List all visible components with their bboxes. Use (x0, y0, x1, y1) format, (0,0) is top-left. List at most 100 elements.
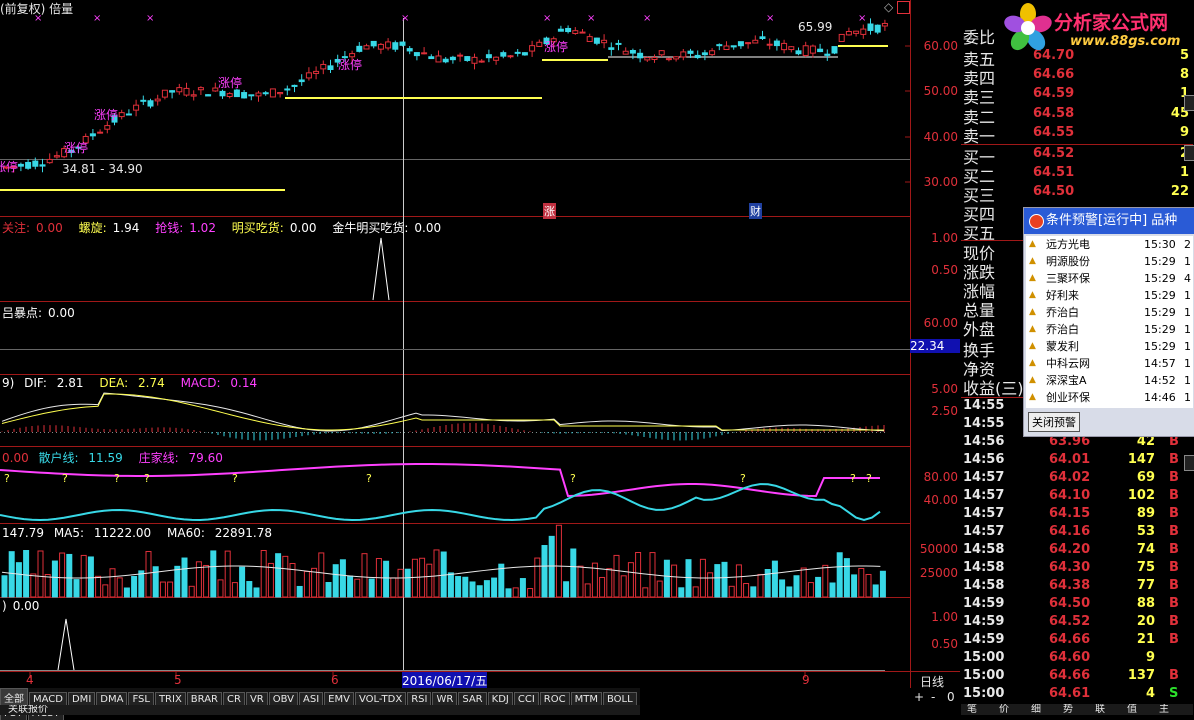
tick-row[interactable]: 14:58 64.38 77 B (961, 578, 1193, 596)
alert-list[interactable]: ▲ 远方光电 15:30 2 ▲ 明源股份 15:29 1 ▲ 三聚环保 15:29 4 ▲ 好利来 15:… (1026, 236, 1193, 408)
alert-up-icon: ▲ (1029, 273, 1036, 283)
tick-row[interactable]: 14:59 64.50 88 B (961, 596, 1193, 614)
condition-alert-window[interactable]: 条件预警[运行中] 品种 ▲ 远方光电 15:30 2 ▲ 明源股份 15:29 1 ▲ 三聚环保… (1023, 207, 1194, 437)
diamond-icon[interactable]: ◇ (884, 0, 893, 14)
bid-row[interactable]: 买一64.522 (961, 146, 1193, 167)
tab-vol-tdx[interactable]: VOL-TDX (354, 692, 407, 706)
tab-sar[interactable]: SAR (458, 692, 487, 706)
alert-up-icon: ▲ (1029, 324, 1036, 334)
bid-row[interactable]: 买二 64.51 1 (961, 165, 1193, 186)
alert-header[interactable]: 条件预警[运行中] 品种 (1024, 208, 1194, 234)
tick-row[interactable]: 15:00 64.61 4 S (961, 686, 1193, 704)
tab-cci[interactable]: CCI (513, 692, 539, 706)
close-alert-button[interactable]: 关闭预警 (1028, 412, 1080, 432)
reset-button[interactable]: 0 (947, 690, 955, 704)
tick-row[interactable]: 15:00 64.60 9 (961, 650, 1193, 668)
volume-tick: 50000 (919, 542, 958, 556)
tick-row[interactable]: 14:58 64.30 75 B (961, 560, 1193, 578)
tick-row[interactable]: 14:59 64.52 20 B (961, 614, 1193, 632)
ask-row[interactable]: 卖二 64.58 45 (961, 106, 1193, 127)
alert-up-icon: ▲ (1029, 290, 1036, 300)
limit-up-label: 涨停 (94, 108, 119, 122)
ask-row[interactable]: 卖一 64.55 9 (961, 125, 1193, 146)
tab-dmi[interactable]: DMI (67, 692, 96, 706)
tab-all[interactable]: 全部 (0, 688, 28, 706)
indicator-tab-bar: 全部 MACD DMI DMA FSL TRIX BRAR CR VR OBV ASI EMV VOL-… (0, 688, 640, 720)
tab-brar[interactable]: BRAR (186, 692, 222, 706)
svg-text:?: ? (114, 472, 120, 485)
tab-vr[interactable]: VR (245, 692, 268, 706)
svg-text:×: × (93, 13, 101, 24)
tick-row[interactable]: 15:00 64.66 137 B (961, 668, 1193, 686)
alert-row[interactable]: ▲ 乔治白 15:29 1 (1026, 304, 1193, 321)
alert-row[interactable]: ▲ 明源股份 15:29 1 (1026, 253, 1193, 270)
tick-row[interactable]: 14:57 64.02 69 B (961, 470, 1193, 488)
tick-row[interactable]: 14:57 64.10 102 B (961, 488, 1193, 506)
alert-row[interactable]: ▲ 中科云网 14:57 1 (1026, 355, 1193, 372)
quote-bottom-tabs[interactable]: 笔价细势联值主 (961, 704, 1193, 715)
alert-row[interactable]: ▲ 远方光电 15:30 2 (1026, 236, 1193, 253)
alert-row[interactable]: ▲ 深深宝A 14:52 1 (1026, 372, 1193, 389)
side-button[interactable] (1184, 95, 1194, 111)
retail-tick: 40.00 (923, 493, 958, 507)
zoom-out-button[interactable]: - (931, 690, 935, 704)
high-price-label: 65.99 (798, 20, 833, 34)
volume-tick: 25000 (919, 566, 958, 580)
volume-title: 147.79 MA5: 11222.00 MA60: 22891.78 (2, 526, 272, 540)
tick-row[interactable]: 14:56 64.01 147 B (961, 452, 1193, 470)
svg-text:?: ? (366, 472, 372, 485)
tab-mtm[interactable]: MTM (570, 692, 602, 706)
period-label[interactable]: 日线 (920, 673, 944, 690)
bid-row[interactable]: 买三 64.50 22 (961, 184, 1193, 205)
tab-asi[interactable]: ASI (299, 692, 324, 706)
tick-row[interactable]: 14:57 64.15 89 B (961, 506, 1193, 524)
side-button[interactable] (1184, 145, 1194, 161)
stock-chart-window: { "header":{"title":"(前复权) 倍量","mark_sta… (0, 0, 1194, 720)
tab-boll[interactable]: BOLL (602, 692, 637, 706)
tab-fsl[interactable]: FSL (128, 692, 154, 706)
tab-dma[interactable]: DMA (96, 692, 128, 706)
window-box-icon[interactable] (897, 1, 910, 14)
chart-canvas[interactable]: × × × × × × × × × ??? ??? ???? (0, 0, 960, 688)
event-badge[interactable]: 财 (749, 203, 762, 219)
alert-row[interactable]: ▲ 创业环保 14:46 1 (1026, 389, 1193, 406)
ask-row[interactable]: 卖四 64.66 8 (961, 67, 1193, 88)
tab-rsi[interactable]: RSI (407, 692, 432, 706)
related-quotes-tab[interactable]: 关联报价 (0, 705, 640, 715)
svg-text:×: × (401, 13, 409, 24)
svg-text:×: × (587, 13, 595, 24)
tick-row[interactable]: 14:59 64.66 21 B (961, 632, 1193, 650)
alert-row[interactable]: ▲ 乔治白 15:29 1 (1026, 321, 1193, 338)
tab-trix[interactable]: TRIX (154, 692, 186, 706)
tick-row[interactable]: 14:58 64.20 74 B (961, 542, 1193, 560)
site-logo: 分析家公式网 www.88gs.com (1000, 0, 1194, 56)
tab-cr[interactable]: CR (223, 692, 245, 706)
svg-text:?: ? (850, 472, 856, 485)
alert-up-icon: ▲ (1029, 239, 1036, 249)
tab-roc[interactable]: ROC (539, 692, 570, 706)
alert-row[interactable]: ▲ 蒙发利 15:29 1 (1026, 338, 1193, 355)
limit-up-label: 涨停 (64, 141, 89, 155)
alert-row[interactable]: ▲ 三聚环保 15:29 4 (1026, 270, 1193, 287)
price-range-label: 34.81 - 34.90 (62, 162, 143, 176)
tick-row[interactable]: 14:57 64.16 53 B (961, 524, 1193, 542)
alert-up-icon: ▲ (1029, 307, 1036, 317)
zoom-in-button[interactable]: + (914, 690, 924, 704)
svg-text:×: × (643, 13, 651, 24)
tab-wr[interactable]: WR (432, 692, 458, 706)
svg-text:?: ? (570, 472, 576, 485)
x-axis-label: 4 (26, 673, 34, 687)
event-badge[interactable]: 涨 (543, 203, 556, 219)
tab-obv[interactable]: OBV (268, 692, 298, 706)
tab-kdj[interactable]: KDJ (487, 692, 513, 706)
tab-macd[interactable]: MACD (29, 692, 67, 706)
price-tick: 60.00 (923, 39, 958, 53)
ask-row[interactable]: 卖三 64.59 1 (961, 86, 1193, 107)
alert-row[interactable]: ▲ 好利来 15:29 1 (1026, 287, 1193, 304)
tab-emv[interactable]: EMV (324, 692, 354, 706)
svg-text:×: × (146, 13, 154, 24)
ind1-item: 明买吃货: 0.00 (231, 221, 317, 235)
ind1-item: 抢钱: 1.02 (155, 221, 216, 235)
alert-up-icon: ▲ (1029, 392, 1036, 402)
side-button[interactable] (1184, 455, 1194, 471)
